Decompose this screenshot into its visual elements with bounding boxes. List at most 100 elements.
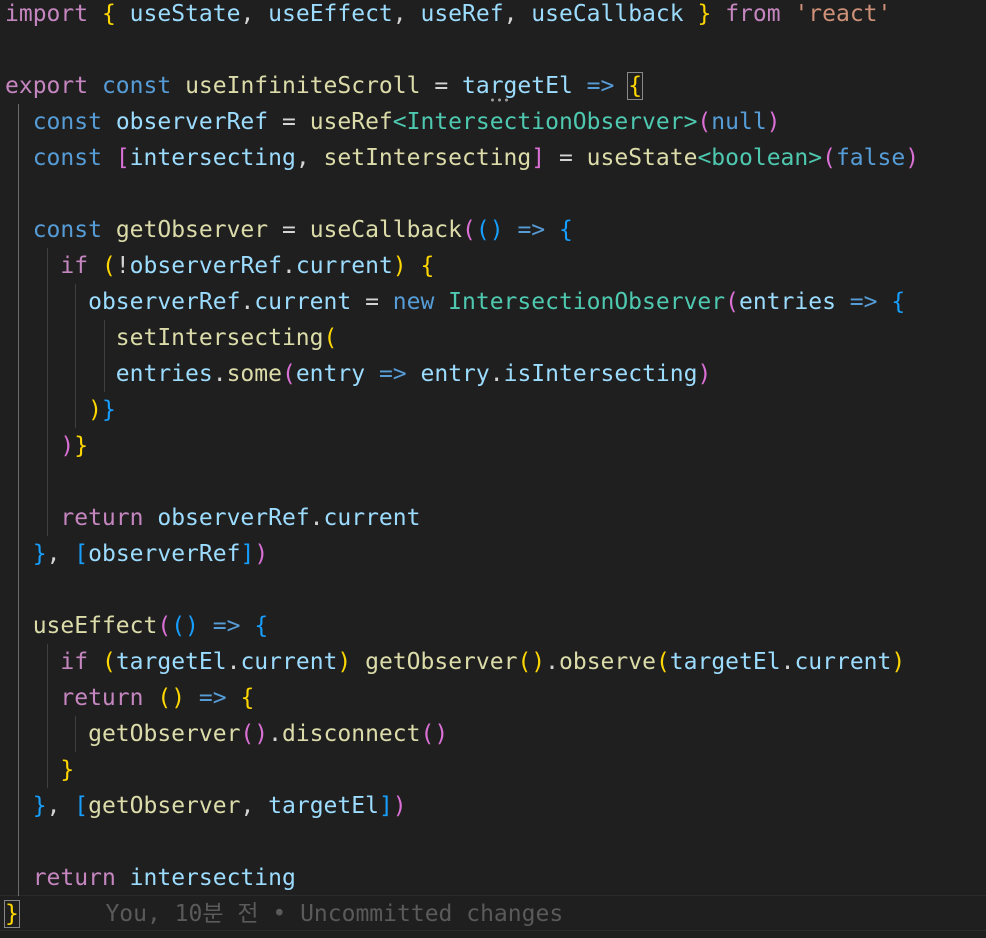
- code-token: {: [559, 217, 573, 243]
- code-token: }: [74, 433, 89, 459]
- code-token: {: [254, 613, 269, 639]
- code-token: disconnect: [281, 721, 421, 747]
- code-token: .: [268, 721, 282, 747]
- code-token: (: [281, 361, 296, 387]
- code-token: ): [905, 145, 920, 171]
- code-token: const: [101, 73, 172, 99]
- code-line[interactable]: )}: [5, 392, 116, 428]
- code-token: (: [822, 145, 836, 171]
- code-line[interactable]: if (!observerRef.current) {: [5, 248, 434, 284]
- code-token: return: [60, 685, 144, 711]
- code-token: current: [295, 253, 393, 279]
- code-token: useRef: [309, 109, 393, 135]
- code-token: getObserver: [115, 217, 269, 243]
- code-token: current: [794, 649, 892, 675]
- code-token: =>: [212, 613, 241, 639]
- code-line[interactable]: const getObserver = useCallback(() => {: [5, 212, 573, 248]
- code-line[interactable]: )}: [5, 428, 88, 464]
- code-token: =: [420, 73, 463, 99]
- code-line[interactable]: return intersecting: [5, 860, 296, 896]
- code-token: ,: [240, 793, 269, 819]
- code-line[interactable]: const observerRef = useRef<IntersectionO…: [5, 104, 781, 140]
- code-token: }: [32, 793, 47, 819]
- code-token: (): [157, 685, 186, 711]
- code-token: }: [32, 541, 47, 567]
- code-token: ): [392, 793, 407, 819]
- code-token: current: [240, 649, 338, 675]
- code-line[interactable]: export const useInfiniteScroll = targetE…: [5, 68, 644, 104]
- code-line[interactable]: observerRef.current = new IntersectionOb…: [5, 284, 905, 320]
- code-token: .: [212, 361, 227, 387]
- code-token: }: [697, 1, 712, 27]
- code-token: entry: [420, 361, 490, 387]
- code-editor[interactable]: import { useState, useEffect, useRef, us…: [0, 0, 986, 938]
- code-token: targetEl: [115, 649, 227, 675]
- code-token: .: [309, 505, 324, 531]
- code-token: ): [337, 649, 352, 675]
- code-line[interactable]: entries.some(entry => entry.isIntersecti…: [5, 356, 712, 392]
- code-line[interactable]: }: [5, 752, 74, 788]
- code-token: targetEl: [462, 73, 573, 99]
- code-token: =: [268, 109, 310, 135]
- code-token: {: [420, 253, 435, 279]
- code-token: ]: [531, 145, 546, 171]
- code-token: (: [323, 325, 338, 351]
- code-token: import: [5, 1, 89, 27]
- code-line[interactable]: setIntersecting(: [5, 320, 338, 356]
- code-token: =>: [517, 217, 546, 243]
- code-line[interactable]: }: [4, 896, 20, 932]
- code-token: new: [392, 289, 435, 315]
- code-line[interactable]: return observerRef.current: [5, 500, 420, 536]
- code-token: ): [697, 361, 712, 387]
- code-token: .: [780, 649, 795, 675]
- code-token: =>: [198, 685, 227, 711]
- code-token: useState: [586, 145, 698, 171]
- code-token: entry: [295, 361, 366, 387]
- code-token: {: [240, 685, 255, 711]
- code-token: return: [60, 505, 144, 531]
- code-token: (: [101, 253, 116, 279]
- code-token: intersecting: [129, 145, 296, 171]
- code-token: <IntersectionObserver>: [392, 109, 698, 135]
- code-line[interactable]: }, [observerRef]): [5, 536, 268, 572]
- code-token: (): [171, 613, 199, 639]
- code-token: ,: [46, 541, 75, 567]
- code-line[interactable]: useEffect(() => {: [5, 608, 268, 644]
- code-token: [: [74, 541, 89, 567]
- code-token: }: [4, 900, 20, 928]
- code-token: ,: [503, 1, 532, 27]
- code-token: useInfiniteScroll: [185, 73, 421, 99]
- code-token: ): [891, 649, 906, 675]
- code-token: getObserver: [88, 721, 241, 747]
- code-token: ]: [240, 541, 255, 567]
- code-token: 'react': [794, 1, 892, 27]
- code-line[interactable]: return () => {: [5, 680, 254, 716]
- code-line[interactable]: }, [getObserver, targetEl]): [5, 788, 407, 824]
- code-line[interactable]: if (targetEl.current) getObserver().obse…: [5, 644, 905, 680]
- code-token: (: [157, 613, 172, 639]
- code-token: (: [101, 649, 116, 675]
- problem-hint-dots: [488, 98, 511, 102]
- code-token: =: [351, 289, 393, 315]
- code-token: (: [462, 217, 476, 243]
- code-line[interactable]: getObserver().disconnect(): [5, 716, 448, 752]
- code-line[interactable]: import { useState, useEffect, useRef, us…: [5, 0, 891, 32]
- code-line[interactable]: const [intersecting, setIntersecting] = …: [5, 140, 919, 176]
